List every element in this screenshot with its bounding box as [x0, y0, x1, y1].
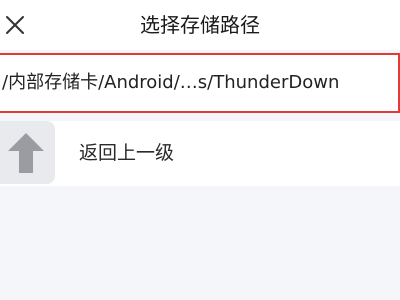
close-icon: [6, 16, 24, 34]
header-bar: 选择存储路径: [0, 0, 400, 50]
go-up-label: 返回上一级: [79, 142, 175, 164]
current-path-bar: /内部存储卡/Android/…s/ThunderDown: [0, 53, 400, 113]
storage-path-picker: 选择存储路径 /内部存储卡/Android/…s/ThunderDown 返回上…: [0, 0, 400, 300]
page-title: 选择存储路径: [140, 13, 260, 37]
arrow-up-icon: [8, 133, 44, 173]
current-path-text: /内部存储卡/Android/…s/ThunderDown: [2, 72, 340, 93]
up-icon-container: [0, 121, 55, 184]
close-button[interactable]: [0, 8, 34, 42]
go-up-level-row[interactable]: 返回上一级: [0, 121, 400, 186]
